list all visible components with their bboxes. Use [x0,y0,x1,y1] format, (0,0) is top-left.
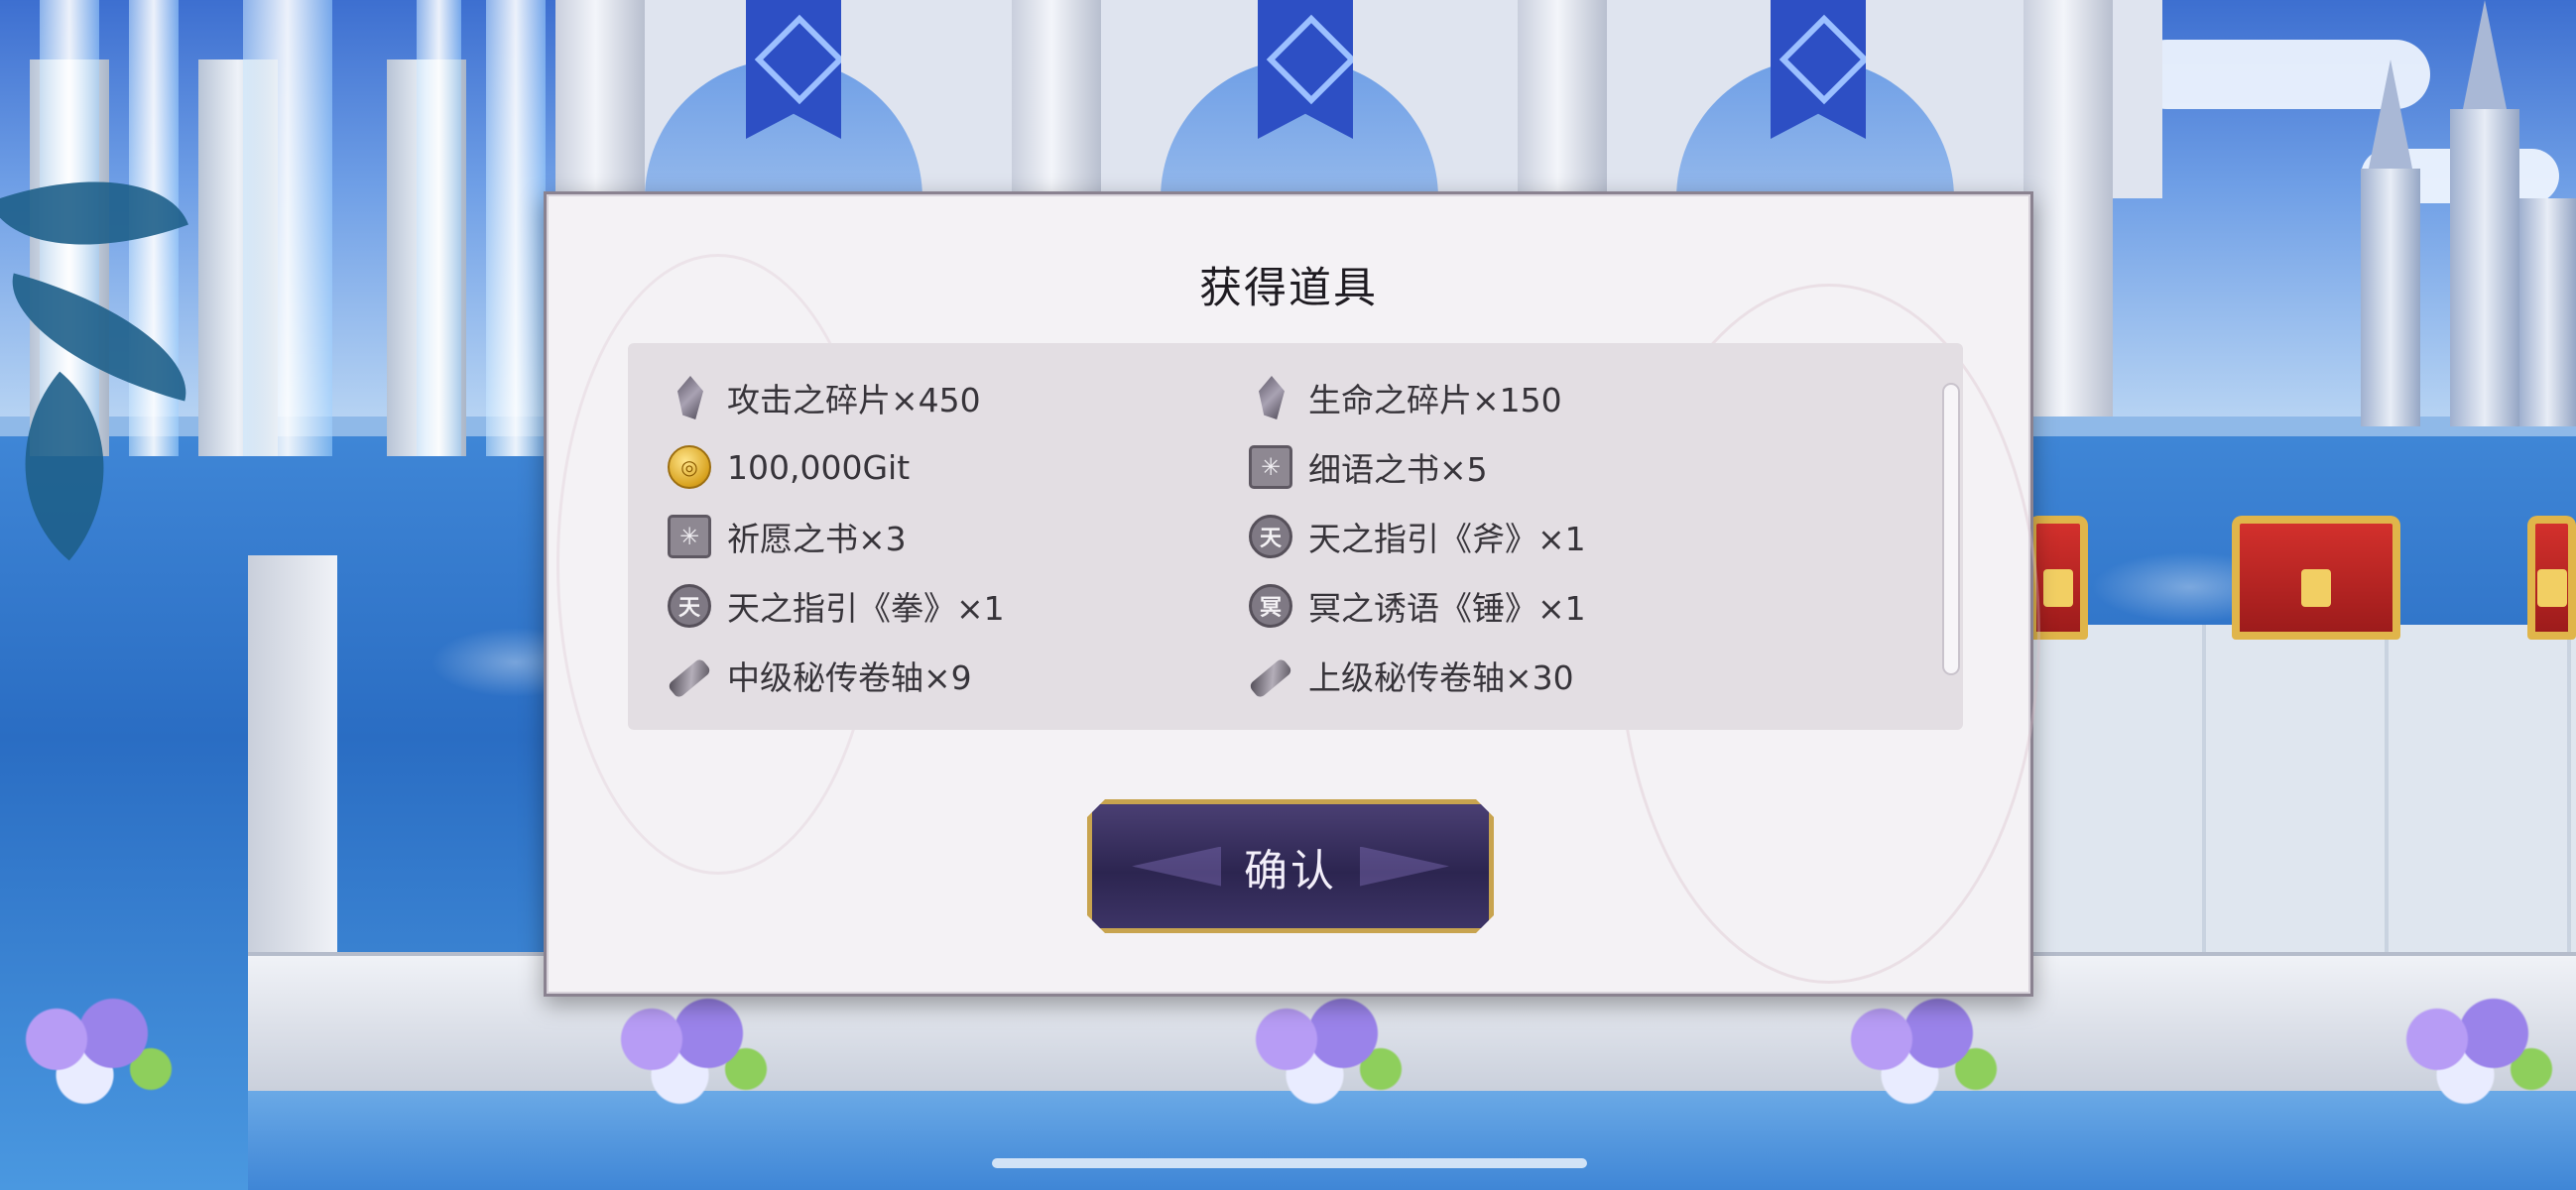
waterfall [243,0,332,456]
item-label: 祈愿之书×3 [727,520,907,558]
list-item: 攻击之碎片×450 [668,368,981,427]
confirm-button-label: 确认 [1244,845,1337,896]
item-label: 生命之碎片×150 [1308,381,1562,419]
list-item: 天 天之指引《拳》×1 [668,576,1005,636]
list-item: 上级秘传卷轴×30 [1248,646,1574,705]
flower-bush [2381,992,2569,1111]
scroll-icon [667,656,712,700]
stone-floor [2024,625,2576,952]
waterfall [417,0,461,456]
item-obtained-dialog: 获得道具 攻击之碎片×450 ◎ 100,000Git ✳ 祈愿之书×3 天 天… [544,191,2040,997]
item-label: 上级秘传卷轴×30 [1308,658,1574,697]
list-item: ✳ 祈愿之书×3 [668,507,907,566]
book-icon: ✳ [668,515,711,558]
waterfall [486,0,546,456]
list-item: 冥 冥之诱语《锤》×1 [1249,576,1586,636]
dialog-title: 获得道具 [1199,264,1378,313]
list-item: 生命之碎片×150 [1249,368,1562,427]
castle-tower [2450,109,2519,426]
castle-tower [2519,198,2576,426]
flower-bush [0,992,188,1111]
stone-platform [248,555,337,972]
list-item: ✳ 细语之书×5 [1249,437,1488,497]
confirm-button[interactable]: 确认 [1087,799,1494,933]
water-channel [248,1091,2576,1190]
crystal-shard-icon [1259,376,1285,419]
castle-spire [2369,60,2412,169]
seal-icon: 冥 [1249,584,1292,628]
book-icon: ✳ [1249,445,1292,489]
crystal-shard-icon [677,376,703,419]
flower-bush [1230,992,1418,1111]
scrollbar[interactable] [1942,383,1960,675]
flower-bush [1825,992,2014,1111]
treasure-chest-icon [2527,516,2576,640]
item-label: 冥之诱语《锤》×1 [1308,589,1586,628]
flower-bush [595,992,784,1111]
pillar [2024,0,2113,416]
list-item: ◎ 100,000Git [668,437,910,497]
treasure-chest-icon [2232,516,2400,640]
scroll-icon [1248,656,1293,700]
item-label: 天之指引《拳》×1 [727,589,1005,628]
gold-coin-icon: ◎ [668,445,711,489]
item-label: 中级秘传卷轴×9 [727,658,972,697]
list-item: 天 天之指引《斧》×1 [1249,507,1586,566]
home-indicator[interactable] [992,1158,1587,1168]
item-label: 天之指引《斧》×1 [1308,520,1586,558]
item-label: 细语之书×5 [1308,450,1488,489]
item-list-panel[interactable]: 攻击之碎片×450 ◎ 100,000Git ✳ 祈愿之书×3 天 天之指引《拳… [628,343,1963,730]
seal-icon: 天 [1249,515,1292,558]
item-label: 100,000Git [727,447,911,487]
castle-spire [2463,0,2507,109]
list-item: 中级秘传卷轴×9 [667,646,972,705]
item-label: 攻击之碎片×450 [727,381,981,419]
seal-icon: 天 [668,584,711,628]
castle-tower [2361,169,2420,426]
